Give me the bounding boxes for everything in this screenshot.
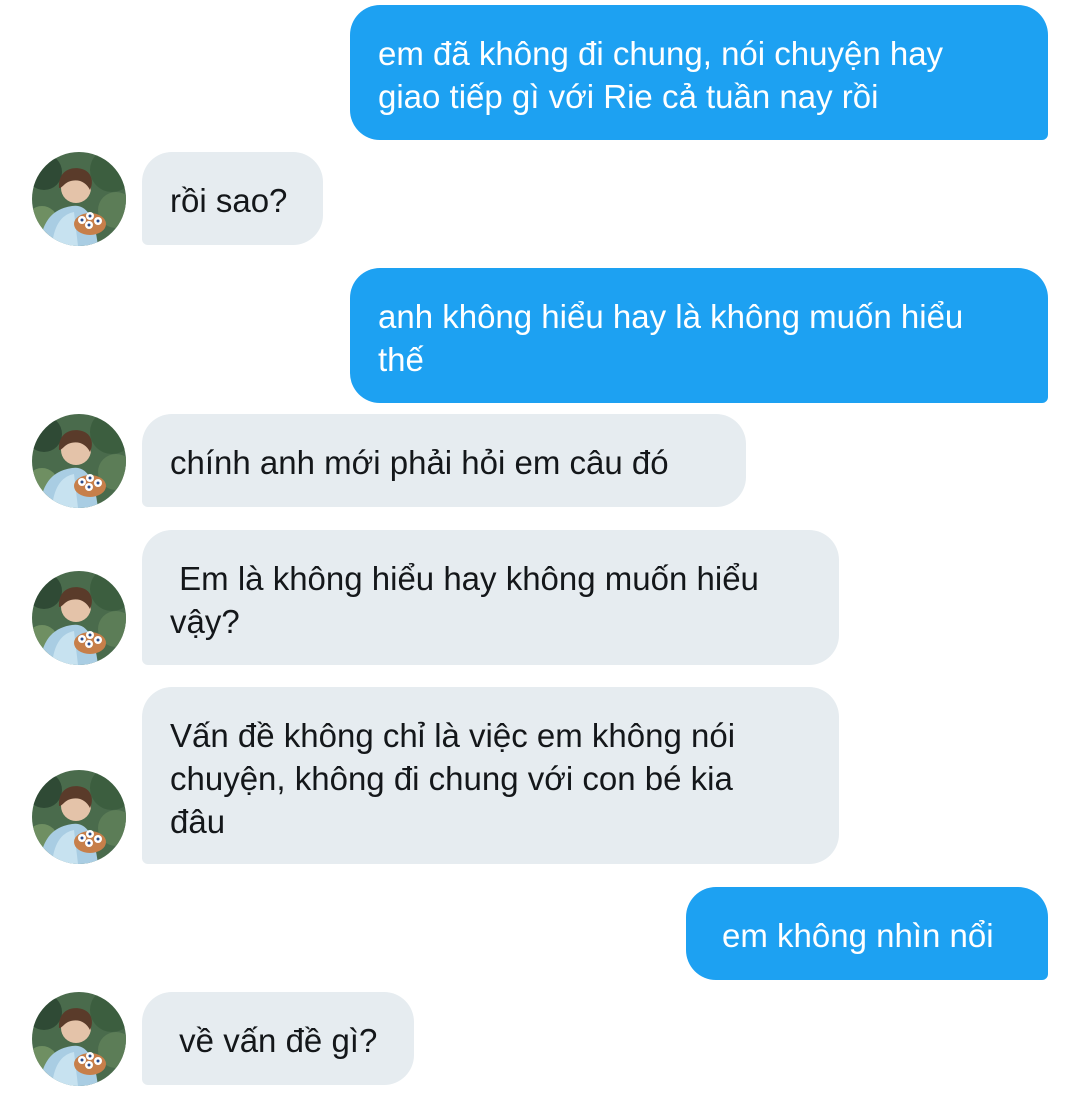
message-bubble-incoming[interactable]: về vấn đề gì? [142,992,414,1085]
contact-photo-icon[interactable] [32,152,126,246]
message-bubble-incoming[interactable]: chính anh mới phải hỏi em câu đó [142,414,746,507]
message-bubble-outgoing[interactable]: anh không hiểu hay là không muốn hiểu th… [350,268,1048,403]
contact-photo-icon[interactable] [32,992,126,1086]
message-bubble-incoming[interactable]: Vấn đề không chỉ là việc em không nói ch… [142,687,839,864]
contact-photo-icon[interactable] [32,571,126,665]
message-bubble-outgoing[interactable]: em không nhìn nổi [686,887,1048,980]
message-bubble-outgoing[interactable]: em đã không đi chung, nói chuyện hay gia… [350,5,1048,140]
message-bubble-incoming[interactable]: rồi sao? [142,152,323,245]
contact-photo-icon[interactable] [32,414,126,508]
contact-photo-icon[interactable] [32,770,126,864]
message-bubble-incoming[interactable]: Em là không hiểu hay không muốn hiểu vậy… [142,530,839,665]
